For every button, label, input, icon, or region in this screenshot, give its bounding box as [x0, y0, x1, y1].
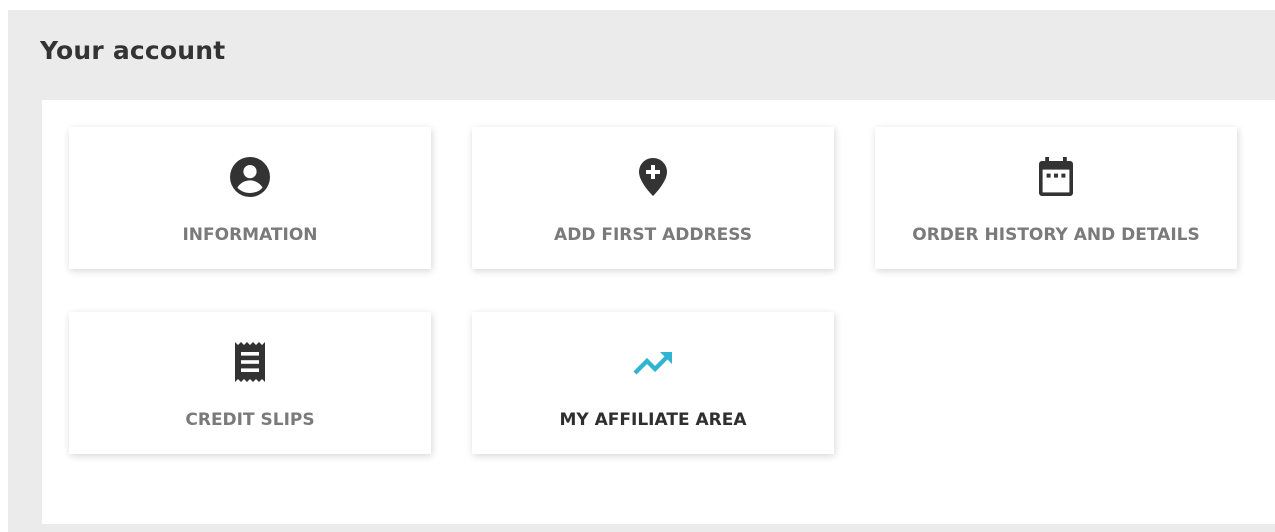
order-history-label: ORDER HISTORY AND DETAILS: [912, 225, 1200, 245]
page-title: Your account: [40, 36, 226, 65]
my-affiliate-area-link[interactable]: MY AFFILIATE AREA: [472, 312, 834, 454]
order-history-link[interactable]: ORDER HISTORY AND DETAILS: [875, 127, 1237, 269]
account-circle-icon: [226, 153, 274, 201]
calendar-icon: [1032, 153, 1080, 201]
credit-slips-link[interactable]: CREDIT SLIPS: [69, 312, 431, 454]
account-page: Your account INFORMATION ADD FIRST ADDRE…: [8, 10, 1275, 532]
add-first-address-link[interactable]: ADD FIRST ADDRESS: [472, 127, 834, 269]
trending-up-icon: [629, 338, 677, 386]
account-links-panel: INFORMATION ADD FIRST ADDRESS ORDER HIST…: [42, 100, 1275, 524]
information-label: INFORMATION: [182, 225, 318, 245]
information-link[interactable]: INFORMATION: [69, 127, 431, 269]
receipt-icon: [226, 338, 274, 386]
my-affiliate-area-label: MY AFFILIATE AREA: [559, 410, 747, 430]
credit-slips-label: CREDIT SLIPS: [185, 410, 315, 430]
add-location-icon: [629, 153, 677, 201]
add-first-address-label: ADD FIRST ADDRESS: [554, 225, 752, 245]
